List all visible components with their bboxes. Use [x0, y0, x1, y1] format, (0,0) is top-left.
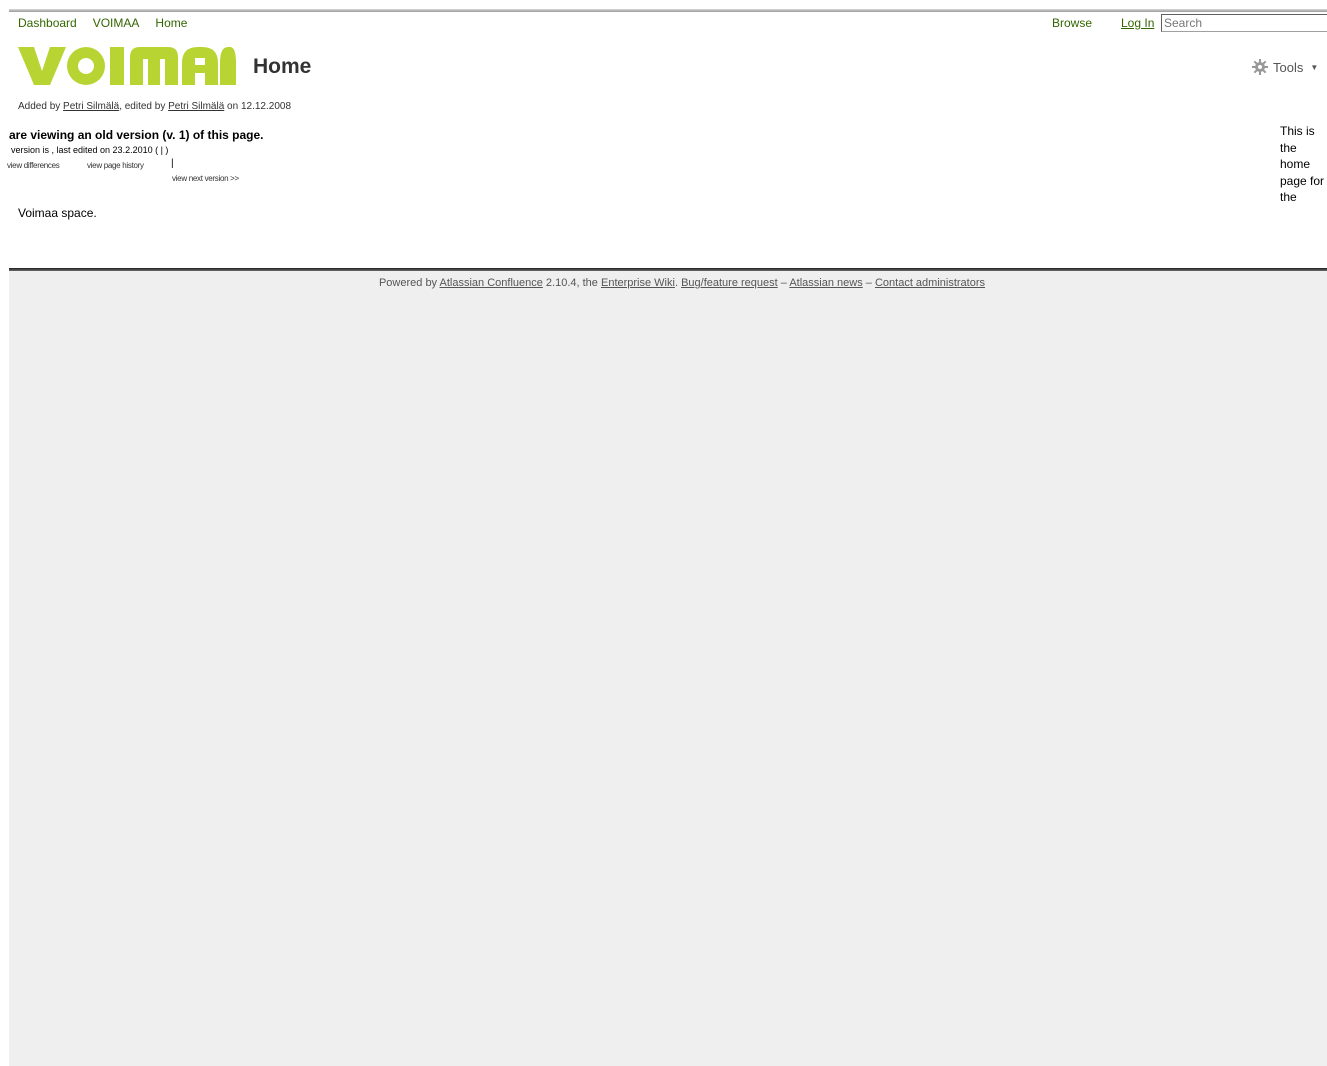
footer-text: Powered by Atlassian Confluence 2.10.4, …	[378, 277, 986, 289]
bug-feature-request-link[interactable]: Bug/feature request	[681, 277, 778, 289]
edited-by-user-link[interactable]: Petri Silmälä	[168, 101, 224, 112]
contact-administrators-link[interactable]: Contact administrators	[875, 277, 985, 289]
link-separator: |	[171, 158, 174, 169]
breadcrumb-voimaa[interactable]: VOIMAA	[93, 16, 140, 30]
footer-dash: –	[865, 277, 872, 289]
date-prefix: on	[227, 101, 239, 112]
page-content: Voimaa space.	[18, 206, 97, 220]
breadcrumb: Dashboard VOIMAA Home	[18, 16, 203, 30]
voimaa-logo[interactable]	[18, 45, 236, 87]
page-metadata: Added by Petri Silmälä, edited by Petri …	[18, 101, 291, 112]
edit-date: 12.12.2008	[240, 101, 292, 112]
powered-by-label: Powered by	[378, 277, 438, 289]
atlassian-news-link[interactable]: Atlassian news	[789, 277, 862, 289]
breadcrumb-dashboard[interactable]: Dashboard	[18, 16, 77, 30]
view-differences-link[interactable]: view differences	[7, 161, 60, 170]
gear-icon	[1252, 59, 1268, 75]
confluence-version: 2.10.4, the	[545, 277, 598, 289]
page: Dashboard VOIMAA Home Browse Log In Home	[7, 0, 1327, 1066]
search-input[interactable]	[1161, 14, 1327, 32]
browse-menu[interactable]: Browse	[1052, 16, 1092, 30]
tools-menu[interactable]: Tools ▼	[1252, 59, 1318, 75]
chevron-down-icon: ▼	[1310, 62, 1319, 72]
tools-label: Tools	[1273, 59, 1304, 75]
old-version-heading: are viewing an old version (v. 1) of thi…	[9, 128, 264, 142]
confluence-link[interactable]: Atlassian Confluence	[440, 277, 543, 289]
added-by-label: Added by	[18, 101, 61, 112]
view-next-version-link[interactable]: view next version >>	[172, 174, 239, 183]
page-excerpt: This is the home page for the	[1280, 124, 1325, 204]
added-by-user-link[interactable]: Petri Silmälä	[63, 101, 119, 112]
version-info: version is , last edited on 23.2.2010 ( …	[11, 145, 169, 155]
breadcrumb-home[interactable]: Home	[155, 16, 187, 30]
top-divider	[9, 9, 1327, 12]
footer-dash: –	[780, 277, 787, 289]
footer: Powered by Atlassian Confluence 2.10.4, …	[9, 271, 1327, 1066]
enterprise-wiki-link[interactable]: Enterprise Wiki	[601, 277, 675, 289]
page-title: Home	[253, 55, 312, 78]
edited-by-label: , edited by	[119, 101, 166, 112]
view-page-history-link[interactable]: view page history	[87, 161, 144, 170]
login-link[interactable]: Log In	[1121, 16, 1154, 30]
